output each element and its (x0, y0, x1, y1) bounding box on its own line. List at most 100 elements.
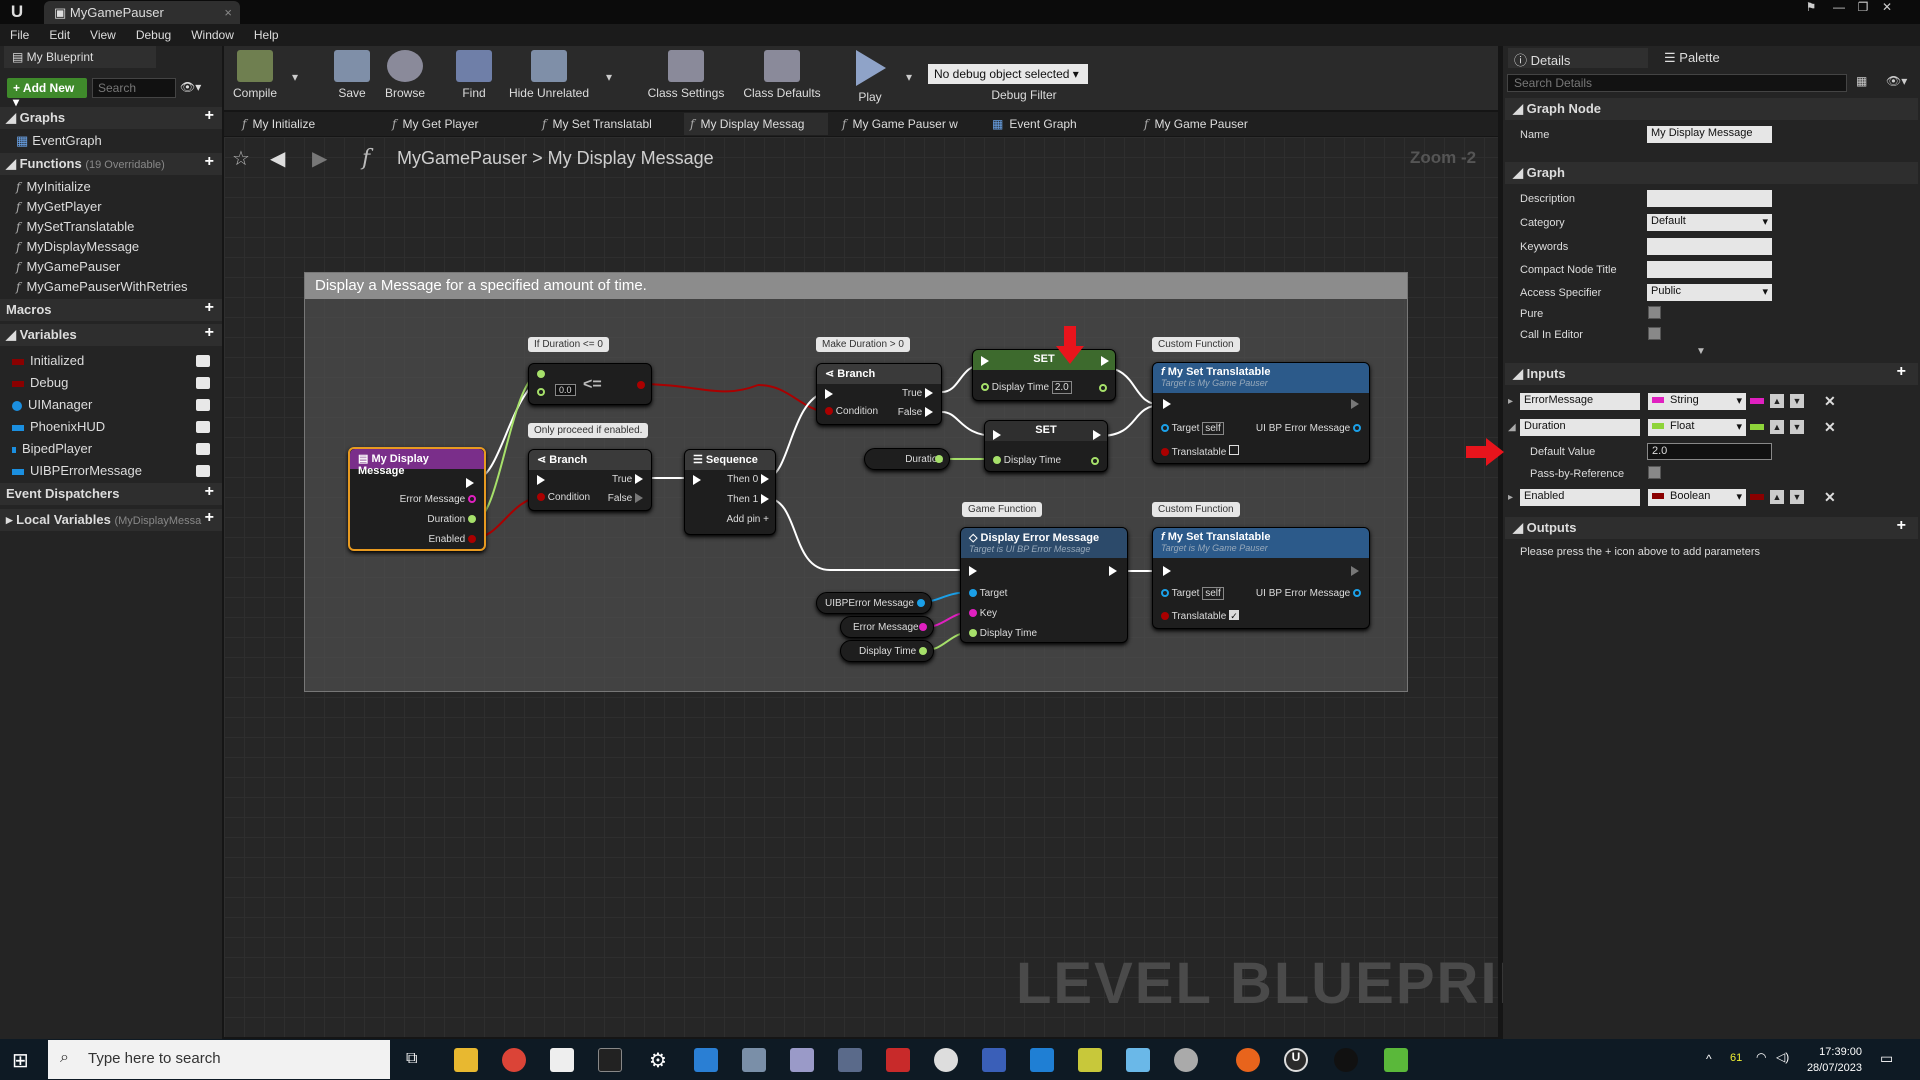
expand-advanced-icon[interactable]: ▼ (1696, 346, 1706, 357)
details-tab[interactable]: ⓘ Details (1508, 48, 1648, 68)
set-display-time-node[interactable]: SET Display Time 2.0 (972, 349, 1116, 401)
display-time-input-pin[interactable]: Display Time (993, 455, 1061, 466)
ui-bp-error-message-pin[interactable]: UI BP Error Message (1256, 423, 1361, 434)
exec-out-pin[interactable] (466, 475, 474, 489)
app-icon[interactable] (742, 1048, 766, 1072)
app-icon[interactable] (1078, 1048, 1102, 1072)
less-equal-node[interactable]: 0.0 <= (528, 363, 652, 405)
name-field[interactable]: My Display Message (1647, 126, 1772, 143)
app-icon[interactable] (1334, 1048, 1358, 1072)
notifications-icon[interactable]: ▭ (1880, 1050, 1893, 1067)
input-type-dropdown[interactable]: Boolean ▾ (1648, 489, 1746, 506)
if-duration-bubble[interactable]: If Duration <= 0 (528, 337, 609, 352)
exec-in-pin[interactable] (537, 475, 545, 485)
default-value-field[interactable]: 2.0 (1647, 443, 1772, 460)
target-pin[interactable]: Target self (1161, 587, 1224, 600)
input-name-field[interactable]: Duration (1520, 419, 1640, 436)
translatable-pin[interactable]: Translatable ✓ (1161, 610, 1240, 622)
pdf-reader-icon[interactable] (886, 1048, 910, 1072)
input-name-field[interactable]: ErrorMessage (1520, 393, 1640, 410)
app-icon[interactable] (982, 1048, 1006, 1072)
exec-out-pin[interactable] (1093, 430, 1101, 440)
move-up-button[interactable]: ▲ (1770, 394, 1784, 408)
duration-variable-node[interactable]: Duration (864, 448, 950, 470)
app-icon[interactable] (1384, 1048, 1408, 1072)
then-0-pin[interactable]: Then 0 (727, 474, 769, 485)
unreal-engine-taskbar-icon[interactable]: U (1284, 1048, 1308, 1072)
true-pin[interactable]: True (902, 388, 933, 399)
only-proceed-bubble[interactable]: Only proceed if enabled. (528, 423, 649, 438)
exec-in-pin[interactable] (825, 389, 833, 399)
move-up-button[interactable]: ▲ (1770, 420, 1784, 434)
terminal-icon[interactable] (598, 1048, 622, 1072)
translatable-pin[interactable]: Translatable (1161, 445, 1240, 458)
tray-chevron-icon[interactable]: ^ (1706, 1052, 1712, 1066)
exec-out-pin[interactable] (1109, 566, 1117, 576)
string-out-pin[interactable] (919, 623, 927, 631)
object-out-pin[interactable] (917, 599, 925, 607)
app-icon[interactable] (1236, 1048, 1260, 1072)
float-in-pin[interactable] (537, 370, 545, 378)
clock[interactable]: 17:39:00 28/07/2023 (1796, 1044, 1862, 1076)
condition-pin[interactable]: Condition (825, 406, 878, 417)
add-pin-button[interactable]: Add pin + (726, 514, 769, 525)
pass-by-reference-checkbox[interactable] (1648, 466, 1661, 479)
category-dropdown[interactable]: Default ▾ (1647, 214, 1772, 231)
input-type-dropdown[interactable]: Float ▾ (1648, 419, 1746, 436)
notepad-icon[interactable] (550, 1048, 574, 1072)
exec-out-pin[interactable] (1351, 399, 1359, 409)
notification-icon[interactable]: ⚑ (1800, 0, 1822, 16)
app-icon[interactable] (934, 1048, 958, 1072)
app-icon[interactable] (790, 1048, 814, 1072)
move-up-button[interactable]: ▲ (1770, 490, 1784, 504)
expand-input-icon[interactable]: ▸ (1508, 396, 1513, 407)
exec-in-pin[interactable] (1163, 566, 1171, 576)
app-icon[interactable] (1126, 1048, 1150, 1072)
app-icon[interactable] (1030, 1048, 1054, 1072)
outputs-section[interactable]: ◢ Outputs + (1505, 517, 1918, 539)
chrome-icon[interactable] (502, 1048, 526, 1072)
input-name-field[interactable]: Enabled (1520, 489, 1640, 506)
keywords-field[interactable] (1647, 238, 1772, 255)
outlook-icon[interactable] (694, 1048, 718, 1072)
translatable-checkbox[interactable] (1229, 445, 1240, 455)
minimize-button[interactable]: — (1828, 0, 1850, 16)
false-pin[interactable]: False (898, 407, 933, 418)
taskbar-search-input[interactable]: Type here to search (48, 1040, 390, 1079)
volume-icon[interactable]: ◁) (1776, 1050, 1789, 1064)
input-type-dropdown[interactable]: String ▾ (1648, 393, 1746, 410)
custom-function-bubble[interactable]: Custom Function (1152, 337, 1240, 352)
display-time-value-field[interactable]: 2.0 (1051, 381, 1072, 394)
move-down-button[interactable]: ▼ (1790, 394, 1804, 408)
windows-start-icon[interactable]: ⊞ (12, 1048, 29, 1073)
exec-in-pin[interactable] (1163, 399, 1171, 409)
exec-in-pin[interactable] (693, 475, 701, 485)
palette-tab[interactable]: ☰ Palette (1658, 48, 1798, 68)
view-options-eye-icon[interactable]: 👁▾ (1886, 74, 1907, 88)
display-time-input-pin[interactable]: Display Time 2.0 (981, 381, 1072, 394)
my-set-translatable-node[interactable]: f My Set Translatable Target is My Game P… (1152, 362, 1370, 464)
graph-section[interactable]: ◢ Graph (1505, 162, 1918, 184)
branch-node[interactable]: ⋖ Branch Condition True False (816, 363, 942, 425)
expand-input-icon[interactable]: ▸ (1508, 492, 1513, 503)
float-out-pin[interactable] (1099, 384, 1107, 392)
bool-out-pin[interactable] (637, 381, 645, 389)
details-search-input[interactable]: Search Details (1507, 74, 1847, 92)
compare-value-field[interactable]: 0.0 (555, 384, 576, 396)
graph-node-section[interactable]: ◢ Graph Node (1505, 98, 1918, 120)
game-function-bubble[interactable]: Game Function (962, 502, 1043, 517)
make-duration-bubble[interactable]: Make Duration > 0 (816, 337, 910, 352)
float-out-pin[interactable] (1091, 457, 1099, 465)
sequence-node[interactable]: ☰ Sequence Then 0 Then 1 Add pin + (684, 449, 776, 535)
ui-bp-error-message-pin[interactable]: UI BP Error Message (1256, 588, 1361, 599)
enabled-pin[interactable]: Enabled (429, 534, 476, 545)
remove-input-button[interactable]: ✕ (1824, 489, 1836, 506)
float-out-pin[interactable] (919, 647, 927, 655)
list-view-icon[interactable]: ▦ (1856, 74, 1867, 88)
float-in-pin[interactable] (537, 388, 545, 396)
file-explorer-icon[interactable] (454, 1048, 478, 1072)
remove-input-button[interactable]: ✕ (1824, 419, 1836, 436)
move-down-button[interactable]: ▼ (1790, 420, 1804, 434)
condition-pin[interactable]: Condition (537, 492, 590, 503)
collapse-input-icon[interactable]: ◢ (1508, 422, 1516, 433)
